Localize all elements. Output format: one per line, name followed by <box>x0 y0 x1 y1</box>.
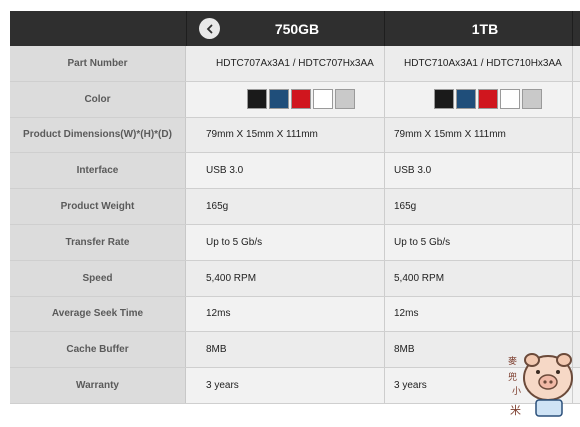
column-divider <box>572 153 573 189</box>
value-1tb: HDTC710Ax3A1 / HDTC710Hx3AA <box>404 57 562 69</box>
header-divider <box>186 11 187 46</box>
value-750gb: 79mm X 15mm X 111mm <box>206 129 318 141</box>
value-1tb: 12ms <box>394 308 419 320</box>
table-row: Warranty 3 years 3 years <box>10 368 580 404</box>
column-divider <box>572 46 573 81</box>
row-label: Interface <box>10 153 186 189</box>
column-divider <box>572 260 573 296</box>
table-row: Color <box>10 81 580 118</box>
table-row: Transfer Rate Up to 5 Gb/s Up to 5 Gb/s <box>10 224 580 261</box>
value-1tb: 165g <box>394 201 417 213</box>
table-row: Average Seek Time 12ms 12ms <box>10 296 580 333</box>
row-label: Warranty <box>10 368 186 403</box>
color-swatch[interactable] <box>291 89 311 110</box>
row-label: Transfer Rate <box>10 224 186 260</box>
value-1tb: USB 3.0 <box>394 165 432 177</box>
column-divider <box>384 296 385 332</box>
color-swatches-750gb <box>247 82 357 117</box>
svg-text:兜: 兜 <box>508 371 517 383</box>
column-divider <box>572 296 573 332</box>
value-750gb: 3 years <box>206 380 239 392</box>
column-divider <box>384 117 385 153</box>
color-swatches-1tb <box>434 82 544 117</box>
color-swatch[interactable] <box>500 89 520 110</box>
value-1tb: 3 years <box>394 380 427 392</box>
column-header-750gb: 750GB <box>274 20 320 37</box>
color-swatch[interactable] <box>456 89 476 110</box>
value-1tb: 79mm X 15mm X 111mm <box>394 129 506 141</box>
row-label: Color <box>10 81 186 117</box>
svg-text:小: 小 <box>512 386 521 397</box>
table-header: 750GB 1TB <box>10 11 580 46</box>
value-1tb: Up to 5 Gb/s <box>394 236 451 248</box>
spec-table: 750GB 1TB Part Number HDTC707Ax3A1 / HDTC… <box>10 11 580 404</box>
column-divider <box>572 224 573 260</box>
color-swatch[interactable] <box>522 89 542 110</box>
row-label: Product Weight <box>10 189 186 224</box>
table-row: Product Dimensions(W)*(H)*(D) 79mm X 15mm… <box>10 117 580 154</box>
value-750gb: 165g <box>206 201 229 213</box>
table-row: Product Weight 165g 165g <box>10 189 580 225</box>
value-1tb: 8MB <box>394 344 415 356</box>
row-label: Average Seek Time <box>10 296 186 332</box>
value-750gb: HDTC707Ax3A1 / HDTC707Hx3AA <box>216 57 374 69</box>
color-swatch[interactable] <box>478 89 498 110</box>
column-divider <box>384 46 385 81</box>
column-divider <box>572 81 573 117</box>
table-row: Interface USB 3.0 USB 3.0 <box>10 153 580 190</box>
column-divider <box>384 189 385 224</box>
column-divider <box>384 224 385 260</box>
table-row: Part Number HDTC707Ax3A1 / HDTC707Hx3AA HD… <box>10 46 580 82</box>
value-1tb: 5,400 RPM <box>394 272 445 284</box>
table-body: Part Number HDTC707Ax3A1 / HDTC707Hx3AA HD… <box>10 46 580 404</box>
chevron-left-icon <box>205 24 215 34</box>
color-swatch[interactable] <box>434 89 454 110</box>
column-divider <box>384 332 385 368</box>
column-divider <box>384 368 385 403</box>
color-swatch[interactable] <box>335 89 355 110</box>
row-label: Speed <box>10 260 186 296</box>
color-swatch[interactable] <box>247 89 267 110</box>
column-header-1tb: 1TB <box>471 20 499 37</box>
value-750gb: Up to 5 Gb/s <box>206 236 263 248</box>
column-divider <box>384 81 385 117</box>
back-button[interactable] <box>199 18 220 39</box>
color-swatch[interactable] <box>269 89 289 110</box>
row-label: Cache Buffer <box>10 332 186 368</box>
value-750gb: 5,400 RPM <box>206 272 257 284</box>
svg-text:米: 米 <box>510 404 521 417</box>
table-row: Cache Buffer 8MB 8MB <box>10 332 580 369</box>
header-divider <box>572 11 573 46</box>
column-divider <box>384 153 385 189</box>
value-750gb: 12ms <box>206 308 231 320</box>
row-label: Product Dimensions(W)*(H)*(D) <box>10 117 186 153</box>
column-divider <box>384 260 385 296</box>
row-label: Part Number <box>10 46 186 81</box>
table-row: Speed 5,400 RPM 5,400 RPM <box>10 260 580 297</box>
value-750gb: 8MB <box>206 344 227 356</box>
value-750gb: USB 3.0 <box>206 165 244 177</box>
color-swatch[interactable] <box>313 89 333 110</box>
header-divider <box>384 11 385 46</box>
watermark-mascot: 麥 兜 小 米 <box>498 350 578 422</box>
svg-text:麥: 麥 <box>508 355 517 367</box>
column-divider <box>572 117 573 153</box>
column-divider <box>572 189 573 224</box>
